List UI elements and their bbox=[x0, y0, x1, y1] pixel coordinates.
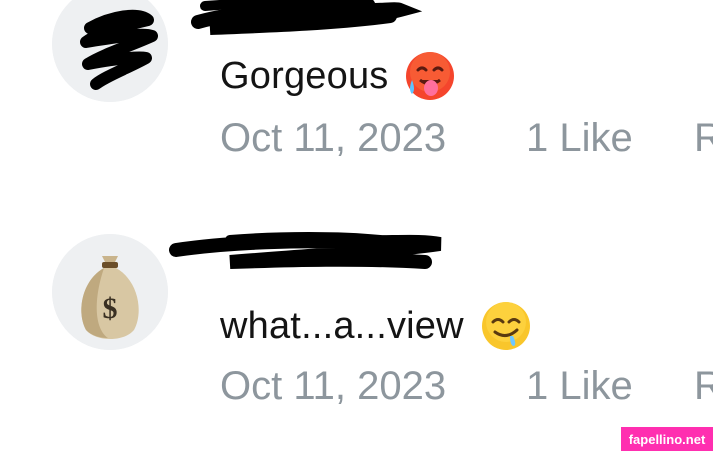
comment-item: Gorgeous Oct 11, 2023 1 Like R bbox=[0, 0, 713, 200]
reply-link[interactable]: R bbox=[694, 364, 713, 409]
comment-item: $ what...a...view Oct 11, 2023 1 Like R bbox=[0, 228, 713, 428]
avatar-redaction-scribble bbox=[52, 0, 168, 102]
comment-text: what...a...view bbox=[220, 300, 532, 352]
watermark: fapellino.net bbox=[621, 427, 713, 451]
comment-text: Gorgeous bbox=[220, 50, 456, 102]
comment-meta: Oct 11, 2023 1 Like R bbox=[220, 116, 713, 161]
like-count[interactable]: 1 Like bbox=[526, 364, 694, 409]
avatar[interactable]: $ bbox=[52, 234, 168, 350]
avatar[interactable] bbox=[52, 0, 168, 102]
money-bag-icon: $ bbox=[52, 234, 168, 350]
comment-body: Gorgeous bbox=[220, 54, 389, 97]
drooling-face-emoji-icon bbox=[480, 300, 532, 352]
hot-face-emoji-icon bbox=[404, 50, 456, 102]
comment-date: Oct 11, 2023 bbox=[220, 364, 447, 408]
comment-meta: Oct 11, 2023 1 Like R bbox=[220, 364, 713, 409]
avatar-symbol: $ bbox=[103, 292, 118, 325]
comment-date: Oct 11, 2023 bbox=[220, 116, 447, 160]
comment-body: what...a...view bbox=[220, 304, 464, 347]
like-count[interactable]: 1 Like bbox=[526, 116, 694, 161]
reply-link[interactable]: R bbox=[694, 116, 713, 161]
